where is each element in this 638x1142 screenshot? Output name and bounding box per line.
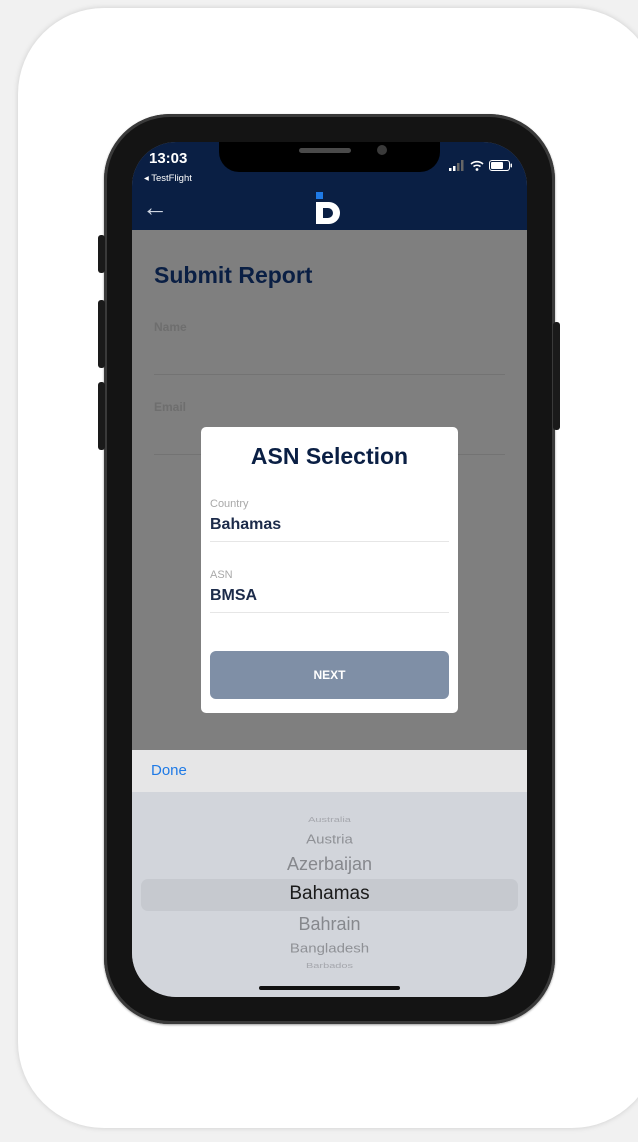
country-label: Country (210, 498, 249, 510)
status-icons (449, 159, 513, 171)
nav-bar: 13:03 ◂ TestFlight ← (132, 142, 527, 230)
home-indicator[interactable] (259, 986, 400, 990)
done-button[interactable]: Done (151, 762, 187, 779)
signal-icon (449, 160, 464, 171)
arrow-left-icon[interactable]: ← (142, 194, 168, 220)
dialog-title: ASN Selection (250, 443, 409, 469)
picker-item[interactable]: Australia (132, 816, 527, 824)
picker-item[interactable]: Austria (132, 832, 527, 846)
country-underline (210, 541, 449, 542)
country-picker-wheel[interactable]: Australia Austria Azerbaijan Bahamas Bah… (132, 792, 527, 997)
name-label: Name (154, 320, 187, 334)
d-logo-icon (316, 192, 340, 224)
speaker (299, 148, 351, 153)
notch (219, 142, 440, 172)
picker-item[interactable]: Barbados (132, 962, 527, 970)
phone-screen: 13:03 ◂ TestFlight ← Submit Report Name … (132, 142, 527, 997)
volume-down-button (98, 382, 105, 450)
back-to-app-link[interactable]: ◂ TestFlight (144, 173, 192, 184)
power-button (553, 322, 560, 430)
mute-switch (98, 235, 105, 273)
country-select[interactable]: Bahamas (210, 516, 281, 534)
asn-selection-dialog: ASN Selection Country Bahamas ASN BMSA N… (201, 427, 458, 713)
battery-icon (489, 160, 512, 171)
page-title: Submit Report (154, 262, 313, 288)
asn-underline (210, 612, 449, 613)
picker-item[interactable]: Bangladesh (132, 941, 527, 955)
picker-item[interactable]: Azerbaijan (132, 854, 527, 875)
picker-item[interactable]: Bahrain (132, 914, 527, 935)
asn-select[interactable]: BMSA (210, 587, 257, 605)
wifi-icon (470, 160, 484, 171)
next-button[interactable]: NEXT (210, 651, 449, 699)
status-time: 13:03 (149, 150, 188, 167)
email-label: Email (154, 400, 187, 414)
name-field[interactable] (154, 374, 505, 375)
volume-up-button (98, 300, 105, 368)
picker-toolbar: Done (132, 750, 527, 792)
camera (377, 145, 387, 155)
picker-item-selected[interactable]: Bahamas (132, 883, 527, 905)
asn-label: ASN (210, 569, 233, 581)
